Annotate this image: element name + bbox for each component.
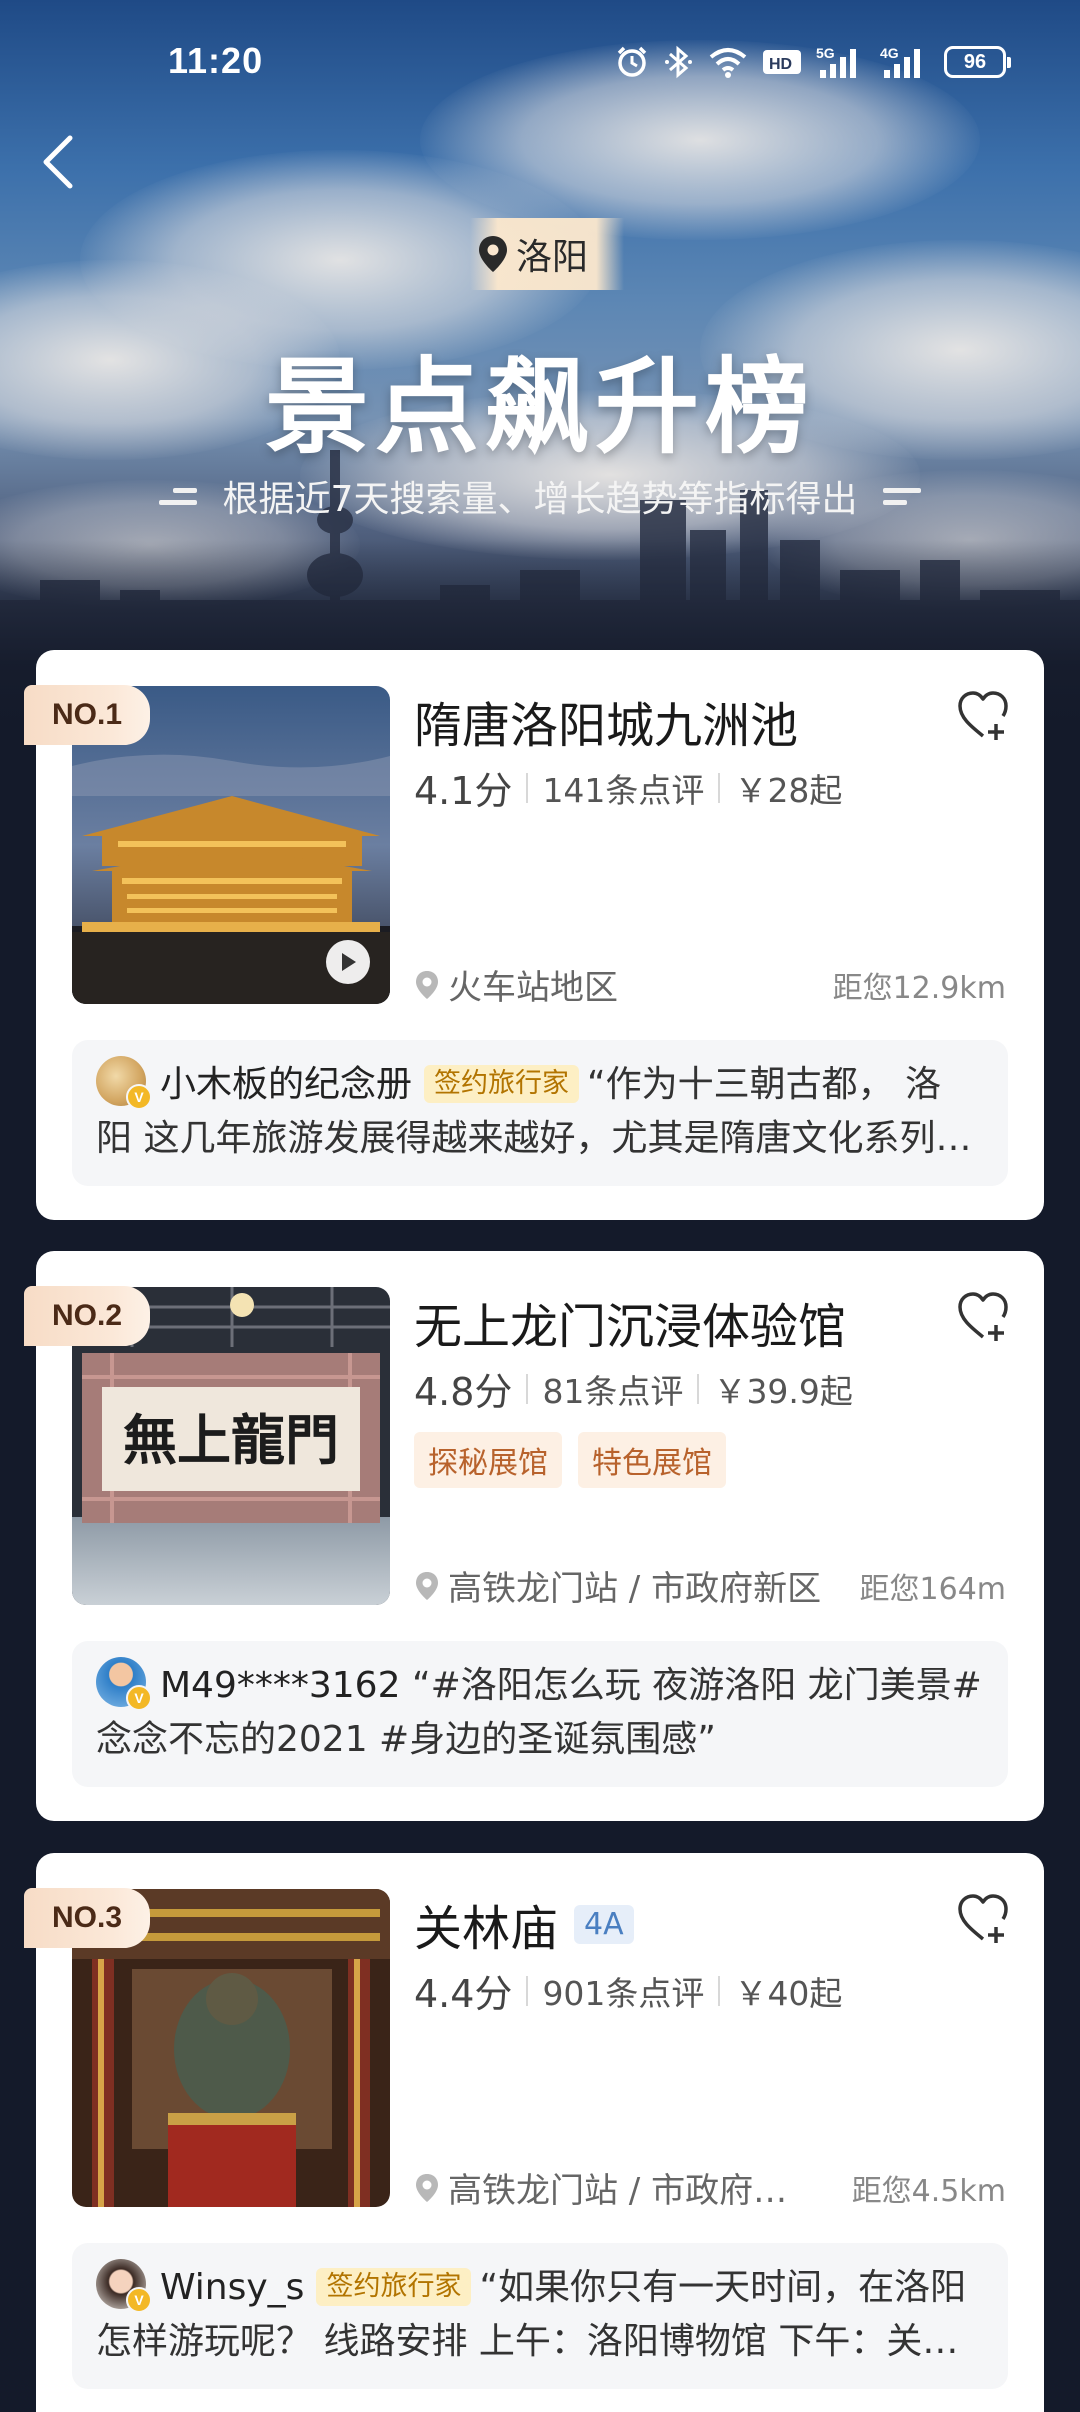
- review-text-line-2: 念念不忘的2021 #身边的圣诞氛围感”: [96, 1719, 716, 1760]
- page-subtitle-row: 根据近7天搜索量、增长趋势等指标得出: [0, 470, 1080, 522]
- verified-badge-icon: V: [126, 1685, 152, 1711]
- verified-badge-icon: V: [126, 2287, 152, 2313]
- score: 4.4分: [414, 1972, 513, 2016]
- decorative-lines-right: [883, 487, 922, 505]
- attraction-stats: 4.8分 81条点评 ￥39.9起: [414, 1361, 853, 1416]
- distance: 距您164m: [859, 1571, 1006, 1607]
- location-pin-icon: [416, 970, 438, 999]
- status-bar: 11:20 HD 5G 4G 96: [0, 0, 1080, 120]
- verified-badge-icon: V: [126, 1084, 152, 1110]
- rank-badge: NO.2: [24, 1286, 150, 1346]
- battery-icon: 96: [944, 46, 1011, 78]
- price: ￥28起: [734, 770, 843, 810]
- location-row: 高铁龙门站 / 市政府… 距您4.5km: [414, 2163, 1006, 2212]
- hd-icon: HD: [763, 50, 801, 74]
- rank-badge: NO.3: [24, 1888, 150, 1948]
- traveler-badge: 签约旅行家: [424, 1065, 580, 1103]
- avatar[interactable]: V: [96, 1657, 152, 1711]
- area: 高铁龙门站 / 市政府…: [414, 2163, 787, 2212]
- review-snippet[interactable]: V Winsy_s 签约旅行家 “如果你只有一天时间，在洛阳 怎样游玩呢？ 线路安排…: [72, 2243, 1008, 2389]
- attraction-stats: 4.1分 141条点评 ￥28起: [414, 760, 842, 815]
- signal-4g-icon: 4G: [880, 45, 920, 78]
- hall-sign-text: 無上龍門: [123, 1408, 339, 1472]
- add-favorite-icon[interactable]: [954, 686, 1012, 744]
- location-pin-icon: [479, 236, 507, 272]
- location-row: 高铁龙门站 / 市政府新区 距您164m: [414, 1561, 1006, 1610]
- price: ￥39.9起: [713, 1371, 853, 1411]
- svg-text:HD: HD: [769, 56, 792, 73]
- attraction-card[interactable]: NO.3 关林庙 4A 4.4分 901条点评 ￥40起 高铁龙门站 / 市政府…: [24, 1853, 1044, 2412]
- review-text-line-1: “如果你只有一天时间，在洛阳: [479, 2267, 967, 2308]
- status-icons: HD 5G 4G 96: [614, 40, 1011, 84]
- feature-tag[interactable]: 特色展馆: [578, 1432, 726, 1488]
- wifi-icon: [709, 48, 747, 78]
- area-label: 高铁龙门站 / 市政府…: [448, 2171, 788, 2211]
- avatar[interactable]: V: [96, 1056, 152, 1110]
- score: 4.8分: [414, 1370, 513, 1414]
- score: 4.1分: [414, 769, 513, 813]
- review-count[interactable]: 141条点评: [542, 764, 704, 812]
- add-favorite-icon[interactable]: [954, 1889, 1012, 1947]
- page-title: 景点飙升榜: [264, 346, 815, 468]
- review-text-line-2: 怎样游玩呢？ 线路安排 上午：洛阳博物馆 下午：关…: [96, 2321, 959, 2362]
- attraction-card[interactable]: NO.2 無上龍門 无上龙门沉浸体验馆 4.8分 81条点评 ￥39.9起 探秘…: [24, 1251, 1044, 1821]
- attraction-title: 隋唐洛阳城九洲池: [414, 686, 798, 756]
- alarm-icon: [617, 46, 647, 77]
- location-pin-icon: [416, 2173, 438, 2202]
- review-text-line-2: 阳 这几年旅游发展得越来越好，尤其是隋唐文化系列…: [96, 1118, 972, 1159]
- location-row: 火车站地区 距您12.9km: [414, 960, 1006, 1009]
- rank-badge: NO.1: [24, 685, 150, 745]
- avatar[interactable]: V: [96, 2259, 152, 2313]
- decorative-lines-left: [158, 487, 197, 505]
- review-author[interactable]: 小木板的纪念册: [160, 1064, 412, 1105]
- area: 高铁龙门站 / 市政府新区: [414, 1561, 821, 1610]
- attraction-name: 无上龙门沉浸体验馆: [414, 1299, 847, 1355]
- attraction-stats: 4.4分 901条点评 ￥40起: [414, 1963, 842, 2018]
- review-count[interactable]: 81条点评: [542, 1365, 683, 1413]
- distance: 距您4.5km: [851, 2173, 1006, 2209]
- status-time: 11:20: [168, 40, 264, 81]
- level-tag: 4A: [574, 1904, 634, 1944]
- traveler-badge: 签约旅行家: [316, 2268, 472, 2306]
- review-text-line-1: “作为十三朝古都， 洛: [587, 1064, 942, 1105]
- attraction-name: 隋唐洛阳城九洲池: [414, 698, 799, 754]
- play-video-icon[interactable]: [326, 940, 370, 984]
- review-author[interactable]: M49****3162: [160, 1665, 401, 1706]
- page-subtitle: 根据近7天搜索量、增长趋势等指标得出: [222, 479, 858, 520]
- feature-tag[interactable]: 探秘展馆: [414, 1432, 562, 1488]
- svg-text:4G: 4G: [880, 45, 899, 61]
- location-pill[interactable]: 洛阳: [470, 218, 625, 290]
- svg-text:5G: 5G: [816, 45, 835, 61]
- attraction-card[interactable]: NO.1 隋唐洛阳城九洲池 4.1分 141条点评 ￥28起 火车站地区 距您1…: [24, 650, 1044, 1220]
- add-favorite-icon[interactable]: [954, 1287, 1012, 1345]
- location-label: 洛阳: [516, 237, 589, 278]
- bluetooth-icon: [665, 45, 692, 79]
- attraction-title: 无上龙门沉浸体验馆: [414, 1287, 846, 1357]
- attraction-title: 关林庙 4A: [414, 1889, 634, 1959]
- price: ￥40起: [734, 1973, 843, 2013]
- review-snippet[interactable]: V M49****3162 “#洛阳怎么玩 夜游洛阳 龙门美景# 念念不忘的20…: [72, 1641, 1008, 1787]
- feature-tags: 探秘展馆 特色展馆: [414, 1432, 726, 1488]
- back-button[interactable]: [34, 130, 82, 194]
- review-text-line-1: “#洛阳怎么玩 夜游洛阳 龙门美景#: [411, 1665, 982, 1706]
- area: 火车站地区: [414, 960, 618, 1009]
- review-snippet[interactable]: V 小木板的纪念册 签约旅行家 “作为十三朝古都， 洛 阳 这几年旅游发展得越来越好…: [72, 1040, 1008, 1186]
- distance: 距您12.9km: [832, 970, 1006, 1006]
- area-label: 火车站地区: [448, 968, 618, 1008]
- review-count[interactable]: 901条点评: [542, 1967, 704, 2015]
- area-label: 高铁龙门站 / 市政府新区: [448, 1569, 822, 1609]
- signal-5g-icon: 5G: [816, 45, 856, 78]
- attraction-name: 关林庙: [414, 1901, 559, 1957]
- location-pin-icon: [416, 1571, 438, 1600]
- review-author[interactable]: Winsy_s: [160, 2267, 304, 2308]
